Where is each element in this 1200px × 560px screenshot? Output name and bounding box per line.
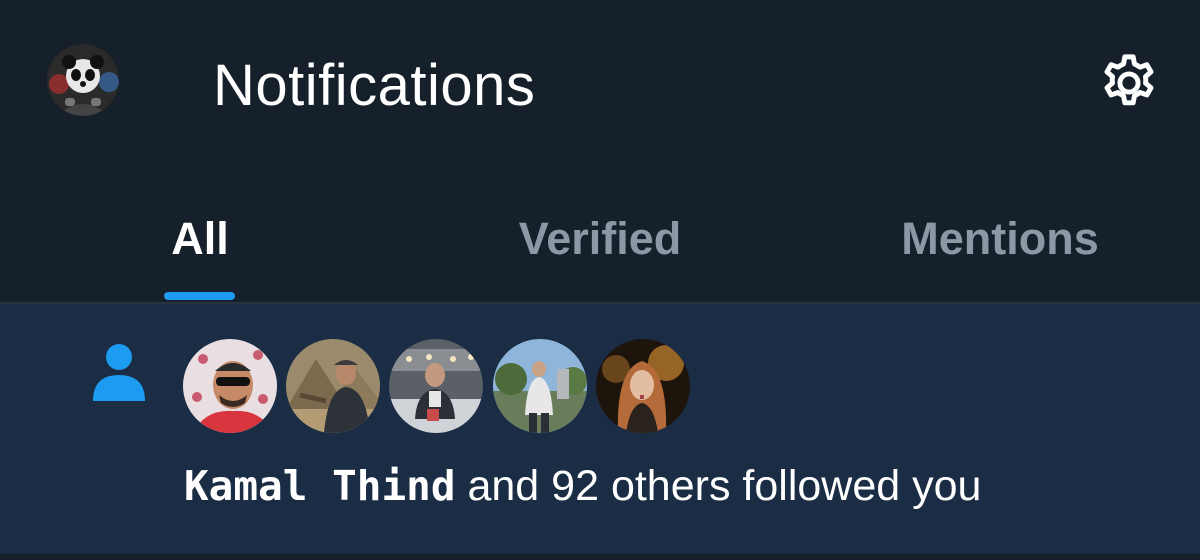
header-bar: Notifications — [0, 0, 1200, 165]
profile-avatar[interactable] — [47, 44, 119, 116]
gear-icon — [1104, 54, 1154, 106]
bottom-divider — [0, 554, 1200, 560]
follow-notification[interactable] — [0, 304, 1200, 556]
notification-text: Kamal Thind and 92 others followed you — [184, 462, 981, 511]
page-title: Notifications — [213, 53, 536, 118]
follower-avatar[interactable] — [493, 339, 587, 433]
follower-avatar[interactable] — [389, 339, 483, 433]
tab-all[interactable]: All — [60, 165, 340, 303]
tab-label: Mentions — [901, 213, 1099, 264]
notification-message: and 92 others followed you — [455, 462, 982, 510]
follower-photo — [596, 339, 690, 433]
panda-avatar-icon — [47, 44, 119, 116]
follower-avatar[interactable] — [596, 339, 690, 433]
follower-photo — [389, 339, 483, 433]
tab-mentions[interactable]: Mentions — [860, 165, 1140, 303]
tab-verified[interactable]: Verified — [460, 165, 740, 303]
active-tab-indicator — [164, 292, 235, 300]
follower-avatar[interactable] — [183, 339, 277, 433]
settings-button[interactable] — [1096, 50, 1162, 116]
tab-label: Verified — [518, 213, 682, 264]
follower-avatar[interactable] — [286, 339, 380, 433]
follower-photo — [286, 339, 380, 433]
person-icon — [93, 344, 145, 401]
follower-photo — [183, 339, 277, 433]
notification-tabs: All Verified Mentions — [0, 165, 1200, 303]
tab-label: All — [171, 213, 229, 264]
actor-name[interactable]: Kamal Thind — [184, 462, 456, 510]
follower-photo — [493, 339, 587, 433]
